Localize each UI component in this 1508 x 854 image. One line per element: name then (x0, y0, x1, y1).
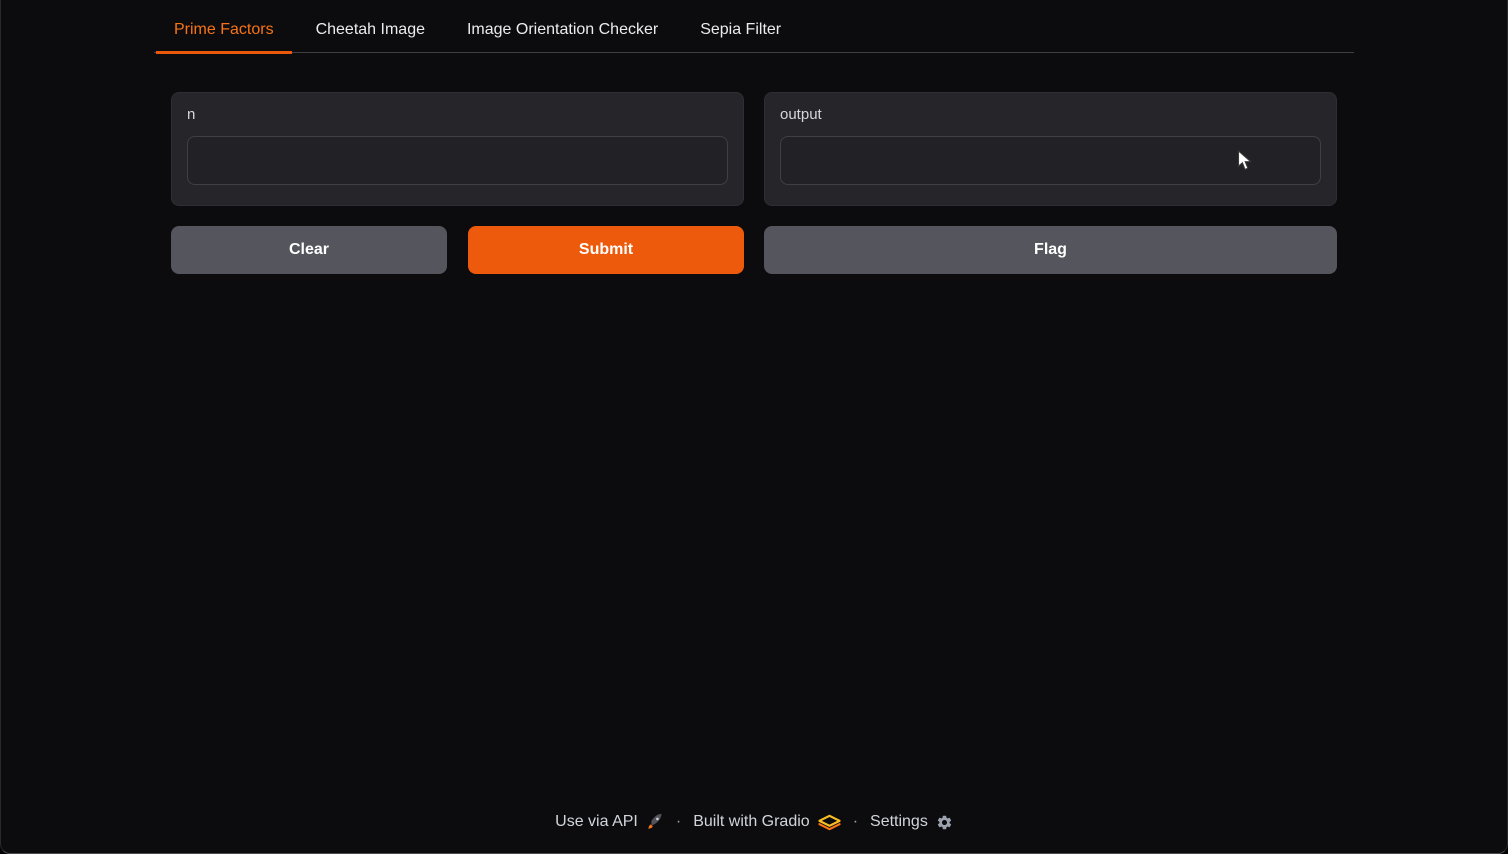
gear-icon (936, 814, 953, 831)
tab-cheetah-image[interactable]: Cheetah Image (298, 12, 443, 54)
rocket-icon (646, 813, 664, 831)
footer-separator: · (676, 813, 681, 831)
action-buttons-row: Clear Submit (171, 226, 744, 274)
output-column: output Flag (764, 92, 1337, 274)
built-with-gradio-link[interactable]: Built with Gradio (693, 813, 841, 831)
footer: Use via API · Built with Gradio (154, 813, 1354, 853)
settings-link[interactable]: Settings (870, 813, 953, 831)
output-textbox[interactable] (780, 136, 1321, 185)
output-panel: output (764, 92, 1337, 206)
tab-panel-prime-factors: n Clear Submit output Flag (154, 92, 1354, 274)
main-container: Prime Factors Cheetah Image Image Orient… (154, 0, 1354, 853)
clear-button[interactable]: Clear (171, 226, 447, 274)
app-window: Prime Factors Cheetah Image Image Orient… (0, 0, 1508, 854)
tab-sepia-filter[interactable]: Sepia Filter (682, 12, 799, 54)
tab-image-orientation-checker[interactable]: Image Orientation Checker (449, 12, 676, 54)
input-column: n Clear Submit (171, 92, 744, 274)
input-label: n (187, 106, 728, 123)
footer-separator: · (853, 813, 858, 831)
tab-prime-factors[interactable]: Prime Factors (156, 12, 292, 54)
output-label: output (780, 106, 1321, 123)
n-input[interactable] (187, 136, 728, 185)
use-via-api-label: Use via API (555, 813, 638, 831)
flag-button[interactable]: Flag (764, 226, 1337, 274)
tab-bar: Prime Factors Cheetah Image Image Orient… (154, 12, 1354, 53)
input-panel: n (171, 92, 744, 206)
submit-button[interactable]: Submit (468, 226, 744, 274)
settings-label: Settings (870, 813, 928, 831)
gradio-logo-icon (818, 814, 841, 831)
empty-space (154, 274, 1354, 813)
built-with-gradio-label: Built with Gradio (693, 813, 810, 831)
use-via-api-link[interactable]: Use via API (555, 813, 664, 831)
